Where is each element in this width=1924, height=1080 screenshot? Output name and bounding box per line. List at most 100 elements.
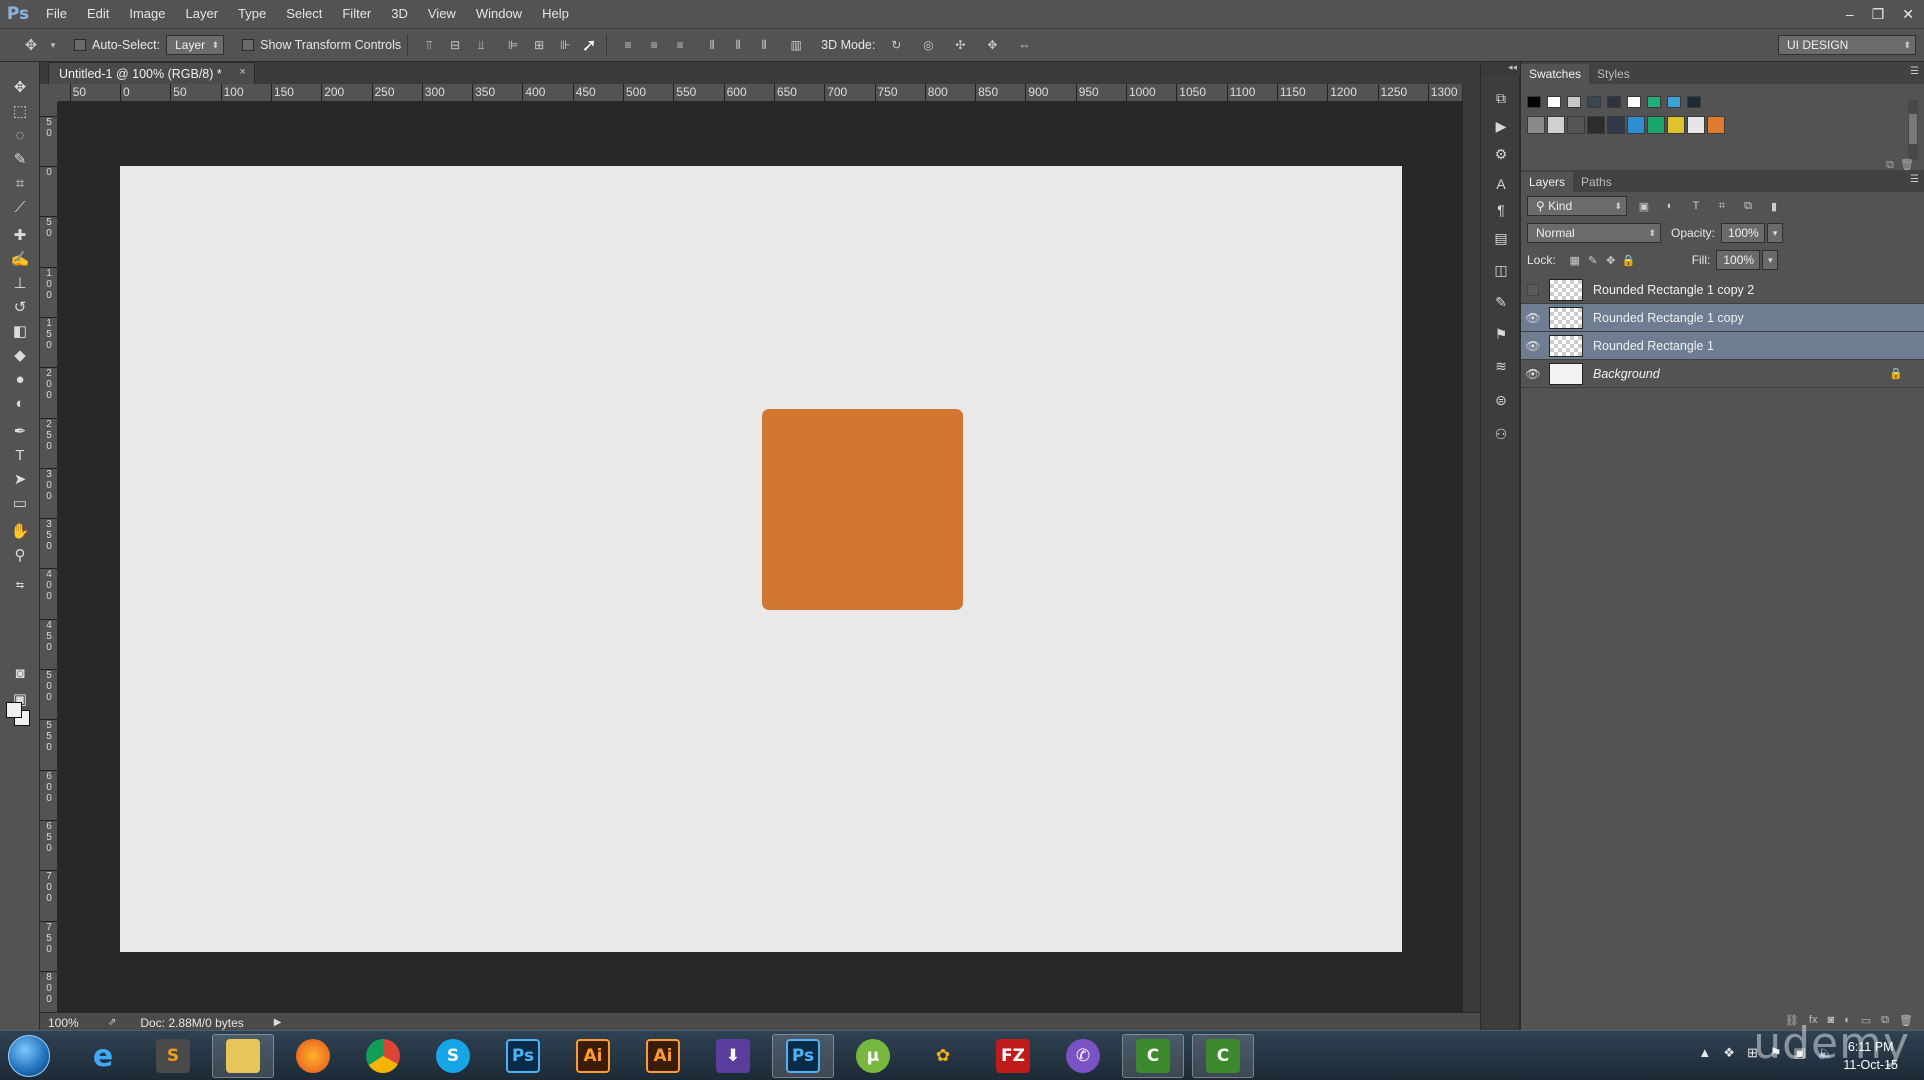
taskbar-app-downloader[interactable]: ⬇ bbox=[702, 1034, 764, 1078]
taskbar-app-photoshop[interactable]: Ps bbox=[492, 1034, 554, 1078]
3d-roll-icon[interactable]: ◎ bbox=[917, 34, 939, 56]
eyedropper-tool-icon[interactable]: ⟋ bbox=[8, 196, 32, 218]
menu-view[interactable]: View bbox=[418, 0, 466, 28]
auto-align-icon[interactable]: ▥ bbox=[785, 34, 807, 56]
clone-source-panel-icon[interactable]: ⊜ bbox=[1489, 388, 1513, 412]
panel-menu-icon[interactable]: ☰ bbox=[1910, 174, 1919, 185]
paragraph-panel-icon[interactable]: ¶ bbox=[1489, 198, 1513, 222]
opacity-slider-toggle[interactable]: ▾ bbox=[1767, 223, 1784, 243]
auto-select-dropdown[interactable]: Layer bbox=[166, 35, 225, 55]
document-canvas[interactable] bbox=[120, 166, 1402, 952]
layer-name[interactable]: Background bbox=[1593, 367, 1660, 381]
restore-button[interactable]: ❐ bbox=[1872, 6, 1885, 23]
color-swatch[interactable] bbox=[1627, 116, 1645, 134]
history-panel-icon[interactable]: ⧉ bbox=[1489, 86, 1513, 110]
vertical-ruler[interactable]: 5005010015020025030035040045050055060065… bbox=[40, 102, 58, 1020]
rectangle-tool-icon[interactable]: ▭ bbox=[8, 492, 32, 514]
color-swatch[interactable] bbox=[1567, 96, 1581, 108]
color-swatch[interactable] bbox=[1607, 96, 1621, 108]
menu-type[interactable]: Type bbox=[228, 0, 276, 28]
marquee-tool-icon[interactable]: ⬚ bbox=[8, 100, 32, 122]
3d-drag-icon[interactable]: ✣ bbox=[949, 34, 971, 56]
menu-filter[interactable]: Filter bbox=[332, 0, 381, 28]
tab-layers[interactable]: Layers bbox=[1521, 172, 1574, 192]
dodge-tool-icon[interactable]: ◐ bbox=[8, 392, 32, 414]
pen-tool-icon[interactable]: ✒ bbox=[8, 420, 32, 442]
menu-window[interactable]: Window bbox=[466, 0, 532, 28]
canvas-workspace[interactable] bbox=[58, 102, 1462, 1020]
menu-layer[interactable]: Layer bbox=[176, 0, 229, 28]
zoom-level[interactable]: 100% bbox=[48, 1016, 108, 1030]
align-left-edges-icon[interactable]: ⊫ bbox=[502, 34, 524, 56]
tab-swatches[interactable]: Swatches bbox=[1521, 64, 1590, 84]
tool-presets-panel-icon[interactable]: ⚇ bbox=[1489, 422, 1513, 446]
taskbar-app-lotus[interactable]: ✿ bbox=[912, 1034, 974, 1078]
color-swatch[interactable] bbox=[1527, 96, 1541, 108]
scroll-thumb[interactable] bbox=[1909, 114, 1917, 144]
path-selection-tool-icon[interactable]: ➤ bbox=[8, 468, 32, 490]
lasso-tool-icon[interactable]: ◌ bbox=[8, 124, 32, 146]
taskbar-app-photoshop-active[interactable]: Ps bbox=[772, 1034, 834, 1078]
crop-tool-icon[interactable]: ⌗ bbox=[8, 172, 32, 194]
color-swatch[interactable] bbox=[1627, 96, 1641, 108]
blur-tool-icon[interactable]: ● bbox=[8, 368, 32, 390]
taskbar-app-chrome[interactable] bbox=[352, 1034, 414, 1078]
healing-brush-tool-icon[interactable]: ✚ bbox=[8, 224, 32, 246]
menu-file[interactable]: File bbox=[36, 0, 77, 28]
align-bottom-edges-icon[interactable]: ⫫ bbox=[470, 34, 492, 56]
lock-transparent-icon[interactable]: ▦ bbox=[1566, 251, 1584, 269]
color-swatch[interactable] bbox=[1587, 96, 1601, 108]
rounded-rectangle-shape[interactable] bbox=[762, 409, 963, 610]
color-swatch[interactable] bbox=[1687, 116, 1705, 134]
filter-adjustment-icon[interactable]: ◐ bbox=[1661, 197, 1679, 215]
align-top-edges-icon[interactable]: ⫪ bbox=[418, 34, 440, 56]
eraser-tool-icon[interactable]: ◧ bbox=[8, 320, 32, 342]
color-swatch[interactable] bbox=[1527, 116, 1545, 134]
close-icon[interactable]: × bbox=[239, 66, 245, 78]
filter-toggle-icon[interactable]: ▮ bbox=[1765, 197, 1783, 215]
show-hidden-icons-icon[interactable]: ▲ bbox=[1698, 1045, 1711, 1061]
taskbar-app-camtasia[interactable]: C bbox=[1122, 1034, 1184, 1078]
3d-scale-icon[interactable]: ⇔ bbox=[1013, 34, 1035, 56]
color-swatch[interactable] bbox=[1667, 96, 1681, 108]
eye-icon[interactable]: 👁 bbox=[1521, 339, 1545, 353]
minimize-button[interactable]: – bbox=[1846, 6, 1854, 22]
blend-mode-dropdown[interactable]: Normal bbox=[1527, 223, 1661, 243]
color-swatch[interactable] bbox=[1567, 116, 1585, 134]
notes-panel-icon[interactable]: ⚑ bbox=[1489, 322, 1513, 346]
layer-name[interactable]: Rounded Rectangle 1 copy 2 bbox=[1593, 283, 1754, 297]
distribute-right-icon[interactable]: ⦀ bbox=[753, 34, 775, 56]
filter-smart-object-icon[interactable]: ⧉ bbox=[1739, 197, 1757, 215]
layer-name[interactable]: Rounded Rectangle 1 bbox=[1593, 339, 1714, 353]
quick-mask-icon[interactable]: ◙ bbox=[8, 662, 32, 684]
fill-slider-toggle[interactable]: ▾ bbox=[1762, 250, 1779, 270]
canvas-scrollbar[interactable] bbox=[1462, 84, 1480, 1020]
character-panel-icon[interactable]: A bbox=[1489, 172, 1513, 196]
brush-tool-icon[interactable]: ✍ bbox=[8, 248, 32, 270]
taskbar-app-filezilla[interactable]: FZ bbox=[982, 1034, 1044, 1078]
lock-all-icon[interactable]: 🔒 bbox=[1620, 251, 1638, 269]
layer-row[interactable]: 👁 Background 🔒 bbox=[1521, 360, 1924, 388]
close-window-button[interactable]: ✕ bbox=[1902, 6, 1914, 23]
document-tab[interactable]: Untitled-1 @ 100% (RGB/8) * × bbox=[48, 62, 255, 84]
layer-row[interactable]: 👁 Rounded Rectangle 1 bbox=[1521, 332, 1924, 360]
swatches-scrollbar[interactable] bbox=[1908, 100, 1918, 160]
filter-pixel-icon[interactable]: ▣ bbox=[1635, 197, 1653, 215]
menu-select[interactable]: Select bbox=[276, 0, 332, 28]
distribute-hcenter-icon[interactable]: ⦀ bbox=[727, 34, 749, 56]
align-horizontal-centers-icon[interactable]: ⊞ bbox=[528, 34, 550, 56]
properties-panel-icon[interactable]: ⚙ bbox=[1489, 142, 1513, 166]
taskbar-app-utorrent[interactable]: µ bbox=[842, 1034, 904, 1078]
move-tool-preset-icon[interactable]: ✥ bbox=[20, 34, 42, 56]
taskbar-app-internet-explorer[interactable]: e bbox=[72, 1034, 134, 1078]
fill-input[interactable]: 100% bbox=[1716, 250, 1761, 270]
history-brush-tool-icon[interactable]: ↺ bbox=[8, 296, 32, 318]
auto-select-checkbox[interactable] bbox=[74, 39, 86, 51]
visibility-toggle-off[interactable] bbox=[1527, 283, 1539, 296]
start-button[interactable] bbox=[8, 1035, 50, 1077]
taskbar-app-viber[interactable]: ✆ bbox=[1052, 1034, 1114, 1078]
filter-shape-icon[interactable]: ⌗ bbox=[1713, 197, 1731, 215]
move-tool-icon[interactable]: ✥ bbox=[8, 76, 32, 98]
color-swatch[interactable] bbox=[1647, 96, 1661, 108]
taskbar-app-illustrator[interactable]: Ai bbox=[562, 1034, 624, 1078]
